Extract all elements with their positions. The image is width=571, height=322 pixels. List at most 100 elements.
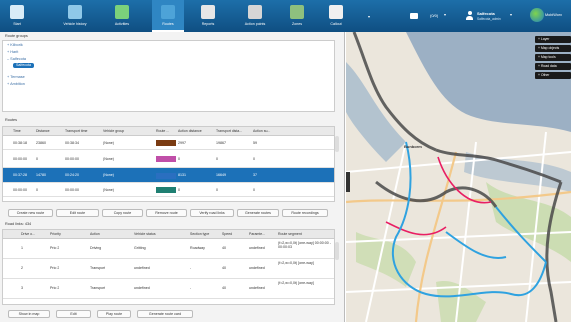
road-link-segment-cell: (f=2,w=0,0t) [one-way] 00:00:00 - 00:00:… [278,241,331,250]
routes-column-header[interactable]: Vehicle group [103,129,124,133]
route-time-cell: 00:00:00 [13,156,27,161]
dropdown-chevron-icon[interactable]: ▾ [444,12,446,17]
table-row[interactable]: 3 Prio 2 Transport undefined - 40 undefined (f=… [3,279,334,299]
map-control-road-data[interactable]: + Road data [535,63,571,70]
route-group-cell: (None) [103,156,114,161]
road-links-column-header[interactable]: Paramte... [249,232,265,236]
routes-column-header[interactable]: Transport dista... [216,129,242,133]
map-control-label: Map objects [540,46,560,50]
verify-road-links-button[interactable]: Verify road links [190,209,234,217]
copy-route-button[interactable]: Copy route [102,209,143,217]
road-link-section-cell: Roadway [190,246,205,250]
nav-start[interactable]: Start [2,0,32,32]
route-distance-cell: 0 [36,156,38,161]
road-links-column-header[interactable]: Vehicle status [134,232,156,236]
nav-activities[interactable]: Activities [102,0,142,32]
nav-reports[interactable]: Reports [190,0,226,32]
edit-button[interactable]: Edit [56,310,91,318]
route-action-distance-cell: 8131 [178,173,186,177]
road-link-priority-cell: Prio 2 [50,246,60,250]
messages-icon[interactable] [410,13,418,19]
route-recordings-button[interactable]: Route recordings [282,209,328,217]
routes-scrollbar[interactable] [335,136,339,152]
table-row[interactable]: 1 Prio 2 Driving Gritting Roadway 40 undefined… [3,239,334,259]
nav-label: Zones [292,22,302,26]
road-links-column-header[interactable]: Drive o... [21,232,35,236]
nav-vehicle-history[interactable]: Vehicle history [52,0,98,32]
tree-item-kilborik[interactable]: + Kilborik [7,43,23,47]
route-transport-cell: 00:00:00 [65,156,79,161]
action-points-icon [248,5,262,19]
table-row[interactable]: 2 Prio 2 Transport undefined - 40 undefined (f=… [3,259,334,279]
table-row[interactable]: 00:00:00 0 00:00:00 (None) 0 0 0 [3,183,334,197]
remove-route-button[interactable]: Remove route [146,209,187,217]
table-row[interactable]: 00:00:00 0 00:00:00 (None) 0 0 0 [3,150,334,168]
tree-item-harit[interactable]: + Harit [7,50,18,54]
map-control-other[interactable]: + Other [535,72,571,79]
route-action-distance-cell: 0 [178,187,180,192]
nav-routes[interactable]: Routes [152,0,184,32]
generate-routes-button[interactable]: Generate routes [237,209,279,217]
nav-callout[interactable]: Callout [320,0,352,32]
tree-item-ambition[interactable]: + Ambition [7,82,25,86]
create-new-route-button[interactable]: Create new route [8,209,53,217]
table-row[interactable]: 00:38:18 23860 00:38:34 (None) 2997 19867 59 [3,136,334,150]
road-link-section-cell: - [190,266,192,270]
user-sub-label: Salfecota_admin [477,17,501,21]
show-in-map-button[interactable]: Show in map [8,310,50,318]
road-link-status-cell: undefined [134,266,150,270]
route-action-sum-cell: 37 [253,173,257,177]
nav-zones[interactable]: Zones [282,0,312,32]
route-groups-tree: + Kilborik + Harit – Salfecota Salfecota… [2,40,335,112]
road-links-column-header[interactable]: Priority [50,232,61,236]
route-transport-distance-cell: 19867 [216,140,226,145]
road-links-column-header[interactable]: Route segment [278,232,302,236]
user-avatar-icon[interactable] [466,11,473,20]
road-links-scrollbar[interactable] [335,242,339,260]
map-control-layer[interactable]: + Layer [535,36,571,43]
routes-column-header[interactable]: Distance [36,129,50,133]
map-control-map-objects[interactable]: + Map objects [535,45,571,52]
routes-column-header[interactable]: Route ... [156,129,169,133]
brand-logo [530,8,544,22]
road-link-param-cell: undefined [249,266,265,270]
play-route-button[interactable]: Play route [97,310,131,318]
road-link-speed-cell: 40 [222,286,226,290]
user-name[interactable]: Salfecota [477,11,495,16]
tree-item-salfecota-selected[interactable]: Salfecota [13,63,34,68]
nav-label: Activities [114,22,130,26]
nav-more-chevron-icon[interactable]: ▾ [368,14,370,19]
routes-column-header[interactable]: Time [13,129,21,133]
map-view[interactable]: Bunborm + Layer + Map objects + Map tools +… [346,32,571,322]
zones-icon [290,5,304,19]
routes-column-header[interactable]: Transport time [65,129,87,133]
road-links-column-header[interactable]: Speed [222,232,232,236]
routes-table-header: Time Distance Transport time Vehicle group R… [3,127,334,136]
nav-label: Routes [162,22,174,26]
tree-item-termase[interactable]: + Termase [7,75,25,79]
route-action-sum-cell: 59 [253,140,257,145]
routes-column-header[interactable]: Action su... [253,129,270,133]
nav-label: Callout [330,22,342,26]
edit-route-button[interactable]: Edit route [56,209,99,217]
routes-column-header[interactable]: Action distance [178,129,202,133]
nav-label: Action points [244,22,266,26]
route-transport-cell: 00:38:34 [65,140,79,145]
route-action-distance-cell: 2997 [178,140,186,145]
road-links-column-header[interactable]: Section type [190,232,209,236]
road-link-param-cell: undefined [249,286,265,290]
route-distance-cell: 23860 [36,140,46,145]
road-link-drive-cell: 1 [21,246,23,250]
route-distance-cell: 14780 [36,173,46,177]
tree-item-salfecota[interactable]: – Salfecota [7,57,26,61]
road-link-speed-cell: 40 [222,246,226,250]
road-link-priority-cell: Prio 2 [50,286,60,290]
table-row[interactable]: 00:37:28 14780 00:24:20 (None) 8131 16649 37 [3,168,334,183]
map-control-map-tools[interactable]: + Map tools [535,54,571,61]
user-menu-chevron-icon[interactable]: ▾ [510,12,512,17]
road-links-column-header[interactable]: Action [90,232,100,236]
nav-action-points[interactable]: Action points [232,0,278,32]
count-label: (0/0) [430,13,439,18]
generate-route-card-button[interactable]: Generate route card [137,310,193,318]
nav-label: Vehicle history [63,22,87,26]
